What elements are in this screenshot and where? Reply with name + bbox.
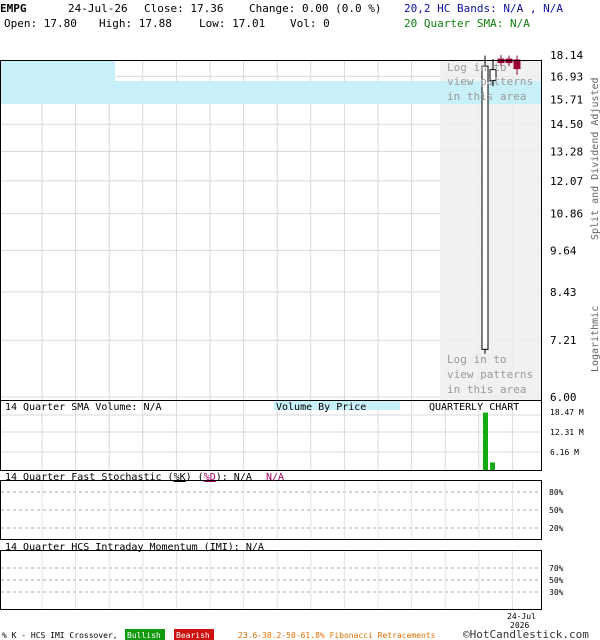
price-tick-label: 12.07	[550, 175, 583, 188]
quarterly-chart-label: QUARTERLY CHART	[429, 402, 519, 413]
stochastic-tick-20: 20%	[549, 524, 564, 533]
price-tick-label: 18.14	[550, 49, 583, 62]
stochastic-label: 14 Quarter Fast Stochastic (%K) (%D): N/…	[5, 472, 252, 483]
login-text-top-1: Log in to	[447, 61, 507, 74]
volume-bars	[483, 412, 495, 470]
stochastic-tick-50: 50%	[549, 506, 564, 515]
price-tick-label: 15.71	[550, 93, 583, 106]
imi-tick-70: 70%	[549, 564, 564, 573]
imi-grid	[1, 551, 541, 610]
candle-body	[481, 65, 489, 350]
volume-tick-2: 12.31 M	[550, 428, 584, 437]
login-text-top-3: in this area	[447, 90, 526, 103]
price-chart: 18.14 16.93 15.71 14.50 13.28 12.07 10.86 9.64 8…	[0, 49, 600, 640]
imi-tick-30: 30%	[549, 588, 564, 597]
bullish-label: Bullish	[127, 631, 161, 640]
imi-tick-50: 50%	[549, 576, 564, 585]
split-adjusted-label: Split and Dividend Adjusted	[590, 77, 600, 240]
price-tick-label: 16.93	[550, 70, 583, 83]
login-text-bottom-3: in this area	[447, 383, 526, 396]
price-axis: 18.14 16.93 15.71 14.50 13.28 12.07 10.86 9.64 8…	[550, 49, 583, 404]
candle-body	[513, 60, 521, 70]
pattern-area	[440, 61, 541, 400]
volume-bar	[490, 462, 495, 470]
volume-tick-3: 6.16 M	[550, 448, 579, 457]
imi-label: 14 Quarter HCS Intraday Momentum (IMI): …	[5, 542, 264, 553]
bearish-label: Bearish	[176, 631, 210, 640]
fibonacci-label: 23.6-38.2-50-61.8% Fibonacci Retracement…	[238, 631, 436, 640]
login-text-top-2: view patterns	[447, 75, 533, 88]
stochastic-grid	[1, 481, 541, 540]
legend-prefix: % K - HCS IMI Crossover,	[2, 631, 118, 640]
price-tick-label: 14.50	[550, 118, 583, 131]
band-fill-top	[1, 61, 115, 81]
price-tick-label: 9.64	[550, 244, 577, 257]
volume-bar	[483, 412, 488, 470]
stochastic-d-value: N/A	[266, 472, 284, 483]
volume-by-price-label: Volume By Price	[276, 402, 366, 413]
price-tick-label: 10.86	[550, 208, 583, 221]
copyright-label[interactable]: ©HotCandlestick.com	[463, 628, 589, 640]
price-tick-label: 13.28	[550, 145, 583, 158]
price-tick-label: 7.21	[550, 334, 577, 347]
login-text-bottom-1: Log in to	[447, 353, 507, 366]
volume-tick-1: 18.47 M	[550, 408, 584, 417]
price-tick-label: 8.43	[550, 286, 577, 299]
stochastic-tick-80: 80%	[549, 488, 564, 497]
price-tick-label: 6.00	[550, 391, 577, 404]
volume-sma-label: 14 Quarter SMA Volume: N/A	[5, 402, 162, 413]
login-text-bottom-2: view patterns	[447, 368, 533, 381]
log-scale-label: Logarithmic	[590, 306, 600, 372]
x-date-label: 24-Jul	[507, 612, 536, 621]
